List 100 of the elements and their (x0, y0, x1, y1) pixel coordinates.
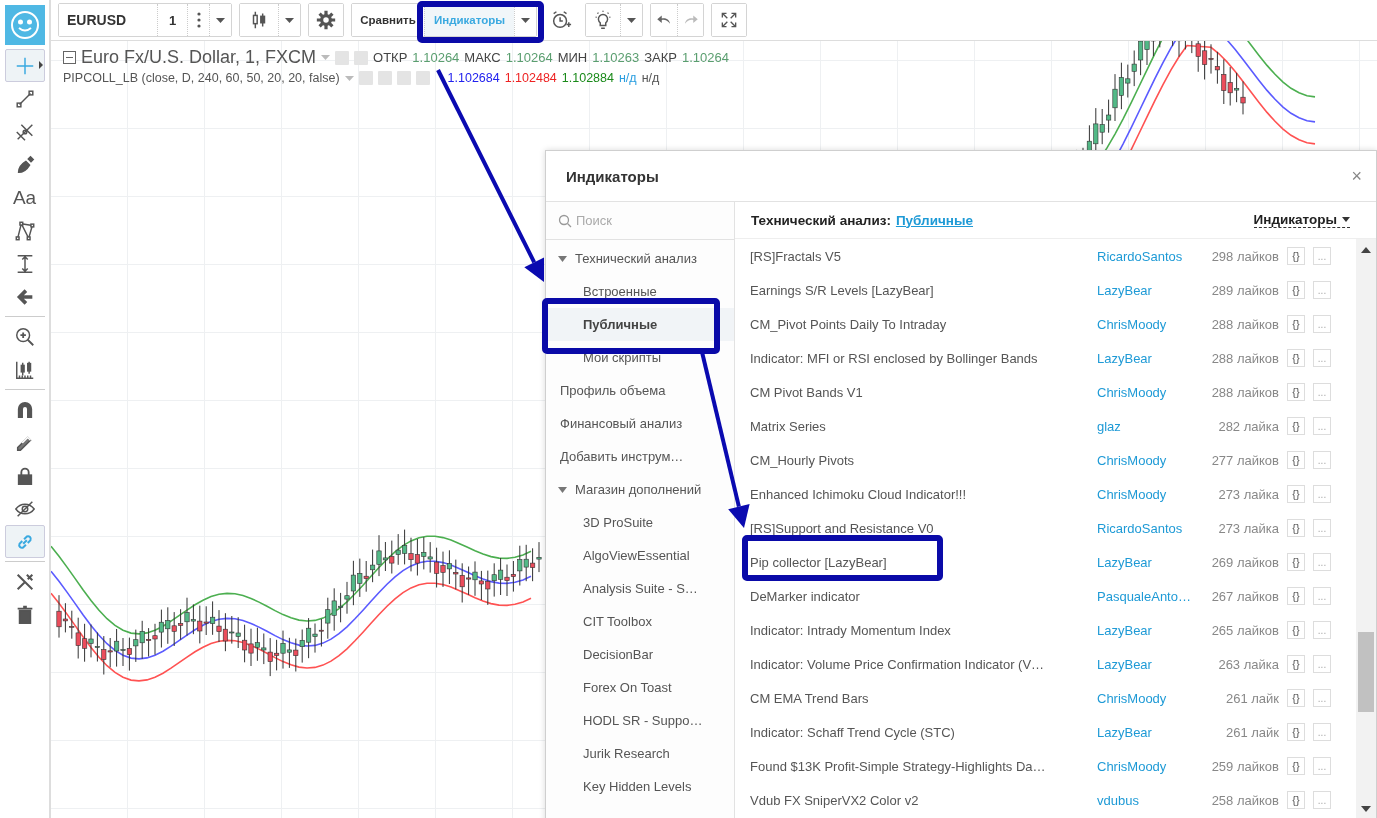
likes-count: 258 лайков (1210, 792, 1279, 808)
ohlc-label: МАКС (464, 50, 501, 65)
indicator-name[interactable]: Indicator: MFI or RSI enclosed by Bollinger Bands (750, 350, 1097, 366)
category-item[interactable]: Технический анализ (546, 242, 734, 275)
source-code-button[interactable]: {} (1287, 723, 1305, 741)
likes-count: 298 лайков (1210, 248, 1279, 264)
study-value: 1.102884 (561, 71, 614, 85)
ohlc-label: ОТКР (373, 50, 408, 65)
indicator-name[interactable]: Vdub FX SniperVX2 Color v2 (750, 792, 1097, 808)
indicator-name[interactable]: Enhanced Ichimoku Cloud Indicator!!! (750, 486, 1097, 502)
source-code-button[interactable]: {} (1287, 315, 1305, 333)
indicator-name[interactable]: Pip collector [LazyBear] (750, 554, 1097, 570)
source-code-button[interactable]: {} (1287, 383, 1305, 401)
ohlc-value: 1.10264 (412, 50, 460, 65)
likes-count: 259 лайков (1210, 758, 1279, 774)
category-item[interactable]: Jurik Research (546, 737, 734, 770)
indicator-name[interactable]: Found $13K Profit-Simple Strategy-Highlights Da… (750, 758, 1097, 774)
filter-dropdown[interactable]: Индикаторы (1253, 212, 1350, 228)
likes-count: 277 лайков (1210, 452, 1279, 468)
line-tool-icon (13, 87, 36, 110)
source-code-button[interactable]: {} (1287, 349, 1305, 367)
expand-triangle-icon (558, 486, 567, 493)
fullscreen-icon (719, 10, 739, 30)
source-code-button[interactable]: {} (1287, 281, 1305, 299)
source-code-button[interactable]: {} (1287, 485, 1305, 503)
section-label: Технический анализ: (751, 212, 891, 228)
category-item[interactable]: Магазин дополнений (546, 473, 734, 506)
indicator-name[interactable]: Indicator: Volume Price Confirmation Indicator (V… (750, 656, 1097, 672)
category-item[interactable]: CIT Toolbox (546, 605, 734, 638)
study-value: н/д (618, 71, 637, 85)
category-item[interactable]: Forex On Toast (546, 671, 734, 704)
category-item[interactable]: AlgoViewEssential (546, 539, 734, 572)
scroll-down-icon[interactable] (1361, 806, 1371, 812)
indicator-name[interactable]: [RS]Fractals V5 (750, 248, 1097, 264)
ohlc-label: ЗАКР (644, 50, 678, 65)
caret-icon (627, 17, 636, 23)
alarm-clock-icon (550, 9, 572, 31)
likes-count: 282 лайка (1217, 418, 1279, 434)
indicator-name[interactable]: [RS]Support and Resistance V0 (750, 520, 1097, 536)
source-code-button[interactable]: {} (1287, 451, 1305, 469)
settings-button[interactable] (309, 4, 343, 36)
caret-icon (1342, 217, 1350, 222)
category-item[interactable]: Финансовый анализ (546, 407, 734, 440)
likes-count: 273 лайка (1217, 486, 1279, 502)
category-item[interactable]: Добавить инструм… (546, 440, 734, 473)
source-code-button[interactable]: {} (1287, 655, 1305, 673)
study-title: PIPCOLL_LB (close, D, 240, 60, 50, 20, 20, false) (63, 71, 340, 85)
likes-count: 261 лайк (1224, 690, 1279, 706)
category-item[interactable]: Key Hidden Levels (546, 770, 734, 803)
indicator-name[interactable]: CM_Hourly Pivots (750, 452, 1097, 468)
likes-count: 265 лайков (1210, 622, 1279, 638)
likes-count: 263 лайка (1217, 656, 1279, 672)
source-code-button[interactable]: {} (1287, 553, 1305, 571)
search-field[interactable]: Поиск (576, 213, 716, 228)
likes-count: 288 лайков (1210, 384, 1279, 400)
category-item[interactable]: Analysis Suite - S… (546, 572, 734, 605)
source-code-button[interactable]: {} (1287, 757, 1305, 775)
collapse-icon[interactable] (63, 51, 76, 64)
ohlc-label: МИН (557, 50, 588, 65)
likes-count: 273 лайка (1217, 520, 1279, 536)
source-code-button[interactable]: {} (1287, 791, 1305, 809)
category-item[interactable]: DecisionBar (546, 638, 734, 671)
likes-count: 261 лайк (1224, 724, 1279, 740)
indicator-name[interactable]: CM Pivot Bands V1 (750, 384, 1097, 400)
ohlc-value: 1.10264 (505, 50, 553, 65)
expand-triangle-icon (558, 255, 567, 262)
zoom-in-icon (13, 325, 36, 348)
source-code-button[interactable]: {} (1287, 417, 1305, 435)
fullscreen-button[interactable] (712, 4, 746, 36)
pattern-icon (13, 219, 36, 242)
likes-count: 267 лайков (1210, 588, 1279, 604)
indicator-name[interactable]: CM EMA Trend Bars (750, 690, 1097, 706)
likes-count: 269 лайков (1210, 554, 1279, 570)
source-code-button[interactable]: {} (1287, 621, 1305, 639)
indicator-name[interactable]: DeMarker indicator (750, 588, 1097, 604)
likes-count: 288 лайков (1210, 316, 1279, 332)
scroll-thumb[interactable] (1358, 632, 1374, 712)
source-code-button[interactable]: {} (1287, 587, 1305, 605)
close-button[interactable]: × (1351, 165, 1362, 187)
source-code-button[interactable]: {} (1287, 519, 1305, 537)
scrollbar[interactable] (1356, 239, 1376, 818)
indicator-name[interactable]: Earnings S/R Levels [LazyBear] (750, 282, 1097, 298)
text-tool[interactable]: Aa (4, 181, 45, 214)
category-item[interactable]: 3D ProSuite (546, 506, 734, 539)
category-item[interactable]: Профиль объема (546, 374, 734, 407)
dialog-title: Индикаторы (566, 167, 659, 185)
source-code-button[interactable]: {} (1287, 689, 1305, 707)
source-code-button[interactable]: {} (1287, 247, 1305, 265)
caret-icon (285, 17, 294, 23)
indicator-name[interactable]: Indicator: Schaff Trend Cycle (STC) (750, 724, 1097, 740)
category-item[interactable]: HODL SR - Suppo… (546, 704, 734, 737)
dropdown-button[interactable] (620, 4, 642, 36)
indicator-name[interactable]: Matrix Series (750, 418, 1097, 434)
indicator-name[interactable]: Indicator: Intrady Momentum Index (750, 622, 1097, 638)
category-item[interactable]: Встроенные (546, 275, 734, 308)
category-item[interactable]: Публичные (546, 308, 734, 341)
likes-count: 288 лайков (1210, 350, 1279, 366)
dropdown-button[interactable] (278, 4, 300, 36)
indicator-name[interactable]: CM_Pivot Points Daily To Intraday (750, 316, 1097, 332)
scroll-up-icon[interactable] (1361, 247, 1371, 253)
